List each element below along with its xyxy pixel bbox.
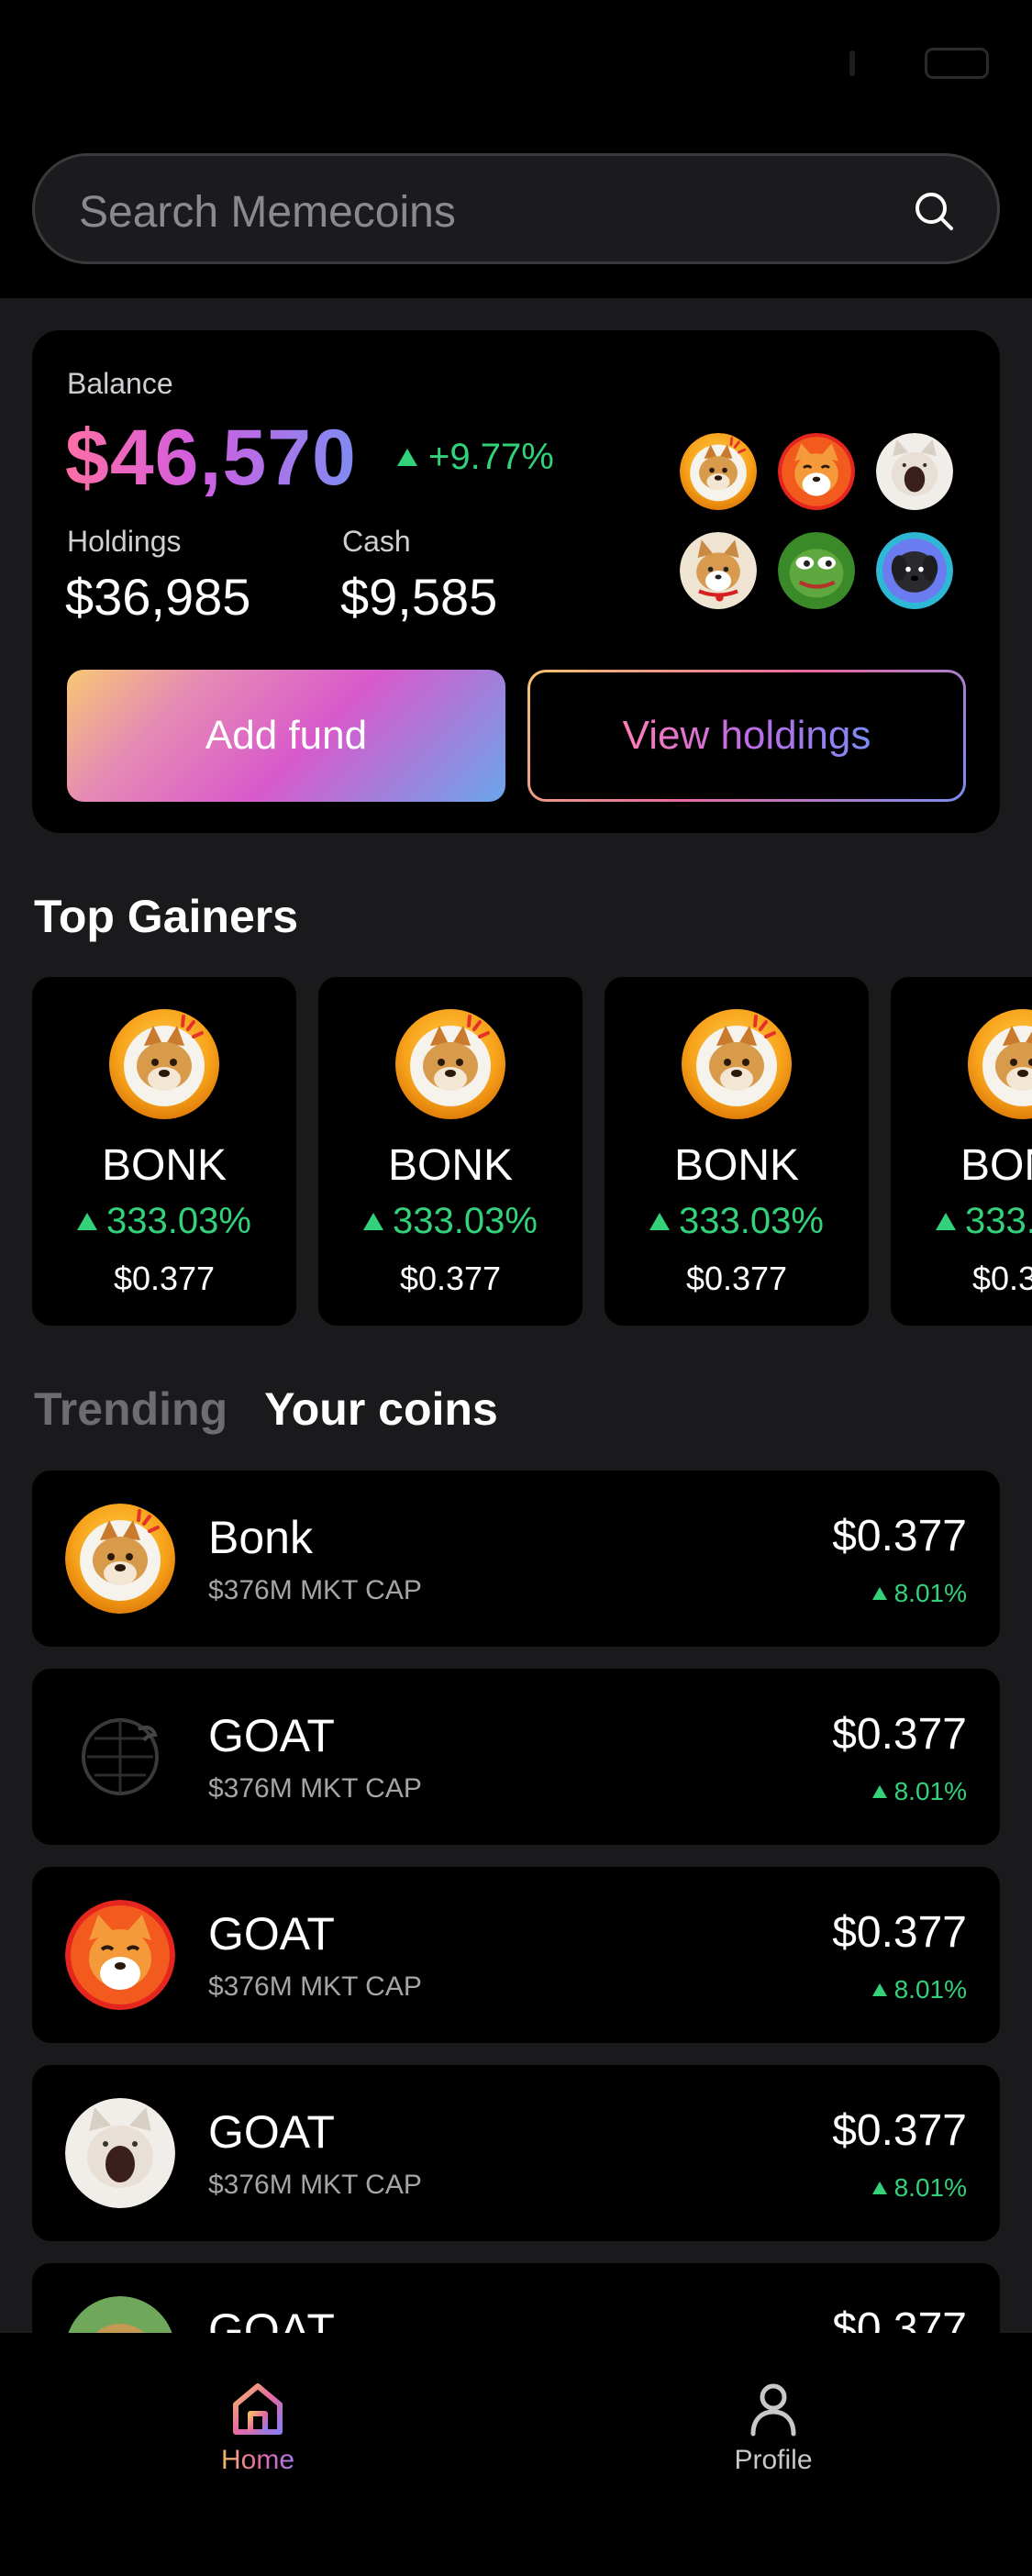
gainer-card[interactable]: BONK 333.03% $0.377 (318, 977, 583, 1326)
coin-market-cap: $376M MKT CAP (208, 1971, 422, 2002)
popcat-avatar-icon (876, 433, 953, 510)
gainer-price: $0.377 (113, 1260, 216, 1297)
popcat-icon (65, 2098, 175, 2208)
search-bar[interactable]: Search Memecoins (32, 153, 1000, 264)
coin-change: 8.01% (871, 1975, 967, 2004)
bottom-nav: Home Profile (0, 2333, 1032, 2576)
balance-change: +9.77% (397, 437, 554, 478)
cash-label: Cash (342, 525, 411, 558)
battery-icon (925, 48, 989, 79)
gainer-price: $0.377 (971, 1260, 1032, 1297)
corgi-avatar-icon (680, 532, 757, 609)
nav-home[interactable]: Home (166, 2379, 350, 2476)
gainer-change: 333.03% (605, 1201, 869, 1242)
coin-change: 8.01% (871, 1777, 967, 1806)
bonk-icon (682, 1009, 792, 1119)
coin-market-cap: $376M MKT CAP (208, 1773, 422, 1804)
profile-icon (750, 2383, 796, 2437)
gainer-name: BONK (101, 1141, 227, 1190)
home-icon (233, 2383, 283, 2435)
balance-card: Balance $46,570 +9.77% Holdings $36,985 … (32, 330, 1000, 833)
nav-profile-label: Profile (734, 2445, 813, 2475)
coin-price: $0.377 (832, 1512, 967, 1560)
dog-icon (65, 2296, 175, 2333)
gainer-name: BONK (673, 1141, 800, 1190)
coin-price: $0.377 (832, 2106, 967, 2155)
coin-name: GOAT (208, 2304, 335, 2333)
up-arrow-icon (397, 449, 417, 466)
gainer-price: $0.377 (685, 1260, 788, 1297)
gainer-card[interactable]: BONK 333.03% $0.377 (32, 977, 296, 1326)
coin-list[interactable]: Bonk $376M MKT CAP $0.377 8.01% GOAT $37… (0, 1471, 1032, 2333)
shiba-icon (65, 1900, 175, 2010)
list-item[interactable]: GOAT $376M MKT CAP $0.377 8.01% (32, 2065, 1000, 2241)
shiba-avatar-icon (778, 433, 855, 510)
pepe-avatar-icon (778, 532, 855, 609)
coin-price: $0.377 (832, 1908, 967, 1957)
black-dog-avatar-icon (876, 532, 953, 609)
tab-your-coins[interactable]: Your coins (264, 1382, 498, 1436)
bonk-icon (109, 1009, 219, 1119)
coin-name: GOAT (208, 2106, 335, 2158)
search-icon[interactable] (913, 190, 955, 232)
balance-value: $46,570 (65, 414, 357, 502)
top-gainers-carousel[interactable]: BONK 333.03% $0.377 BONK 333.03% $0.377 … (0, 977, 1032, 1326)
coin-market-cap: $376M MKT CAP (208, 1575, 422, 1605)
bonk-icon (968, 1009, 1032, 1119)
balance-label: Balance (67, 367, 173, 400)
gainer-card[interactable]: BONK 333.03% $0.377 (605, 977, 869, 1326)
coin-name: GOAT (208, 1908, 335, 1960)
signal-indicator (849, 50, 855, 76)
list-item[interactable]: GOAT $376M MKT CAP $0.377 8.01% (32, 1867, 1000, 2043)
coin-name: Bonk (208, 1512, 313, 1563)
bonk-avatar-icon (680, 433, 757, 510)
coin-price: $0.377 (832, 2304, 967, 2333)
gainer-change: 333.03% (891, 1201, 1032, 1242)
top-gainers-title: Top Gainers (34, 891, 299, 942)
gainer-name: BONK (960, 1141, 1032, 1190)
list-item[interactable]: Bonk $376M MKT CAP $0.377 8.01% (32, 1471, 1000, 1647)
list-item[interactable]: GOAT $376M MKT CAP $0.377 8.01% (32, 1669, 1000, 1845)
gainer-change: 333.03% (32, 1201, 296, 1242)
add-fund-button[interactable]: Add fund (67, 670, 505, 802)
top-bar: Search Memecoins (0, 0, 1032, 298)
coin-tabs: Trending Your coins (34, 1382, 498, 1436)
coin-change: 8.01% (871, 1579, 967, 1608)
nav-profile[interactable]: Profile (682, 2379, 865, 2476)
coin-price: $0.377 (832, 1710, 967, 1759)
balance-change-value: +9.77% (428, 437, 554, 477)
gainer-price: $0.377 (399, 1260, 502, 1297)
gainer-name: BONK (387, 1141, 514, 1190)
coin-change: 8.01% (871, 2173, 967, 2203)
coin-name: GOAT (208, 1710, 335, 1761)
gainer-change: 333.03% (318, 1201, 583, 1242)
coin-market-cap: $376M MKT CAP (208, 2170, 422, 2200)
bonk-icon (395, 1009, 505, 1119)
nav-home-label: Home (220, 2445, 295, 2475)
holdings-label: Holdings (67, 525, 182, 558)
tab-trending[interactable]: Trending (34, 1382, 227, 1436)
holdings-value: $36,985 (65, 568, 251, 626)
gainer-card[interactable]: BONK 333.03% $0.377 (891, 977, 1032, 1326)
goat-globe-icon (65, 1702, 175, 1812)
cash-value: $9,585 (340, 568, 498, 626)
list-item[interactable]: GOAT $0.377 (32, 2263, 1000, 2333)
search-placeholder: Search Memecoins (79, 188, 456, 237)
bonk-icon (65, 1504, 175, 1614)
view-holdings-label: View holdings (622, 713, 871, 758)
view-holdings-button[interactable]: View holdings (527, 670, 966, 802)
